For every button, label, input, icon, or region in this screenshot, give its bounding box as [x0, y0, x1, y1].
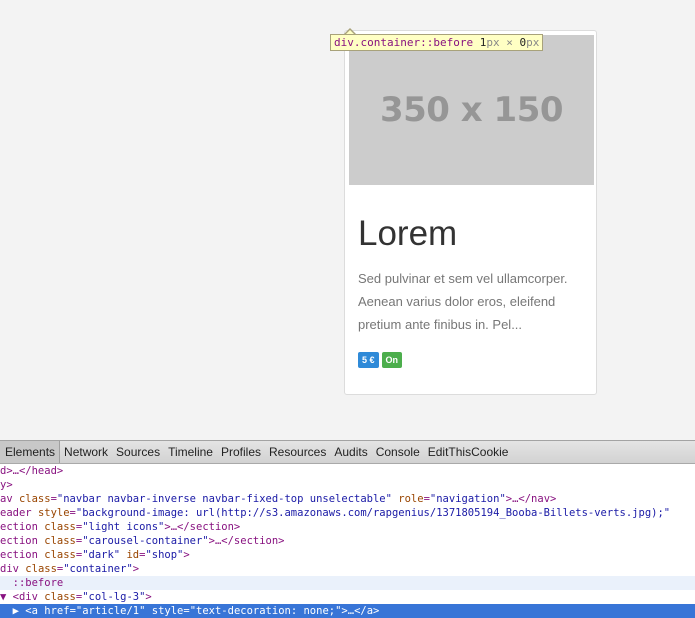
dom-tree-node[interactable]: ection class="dark" id="shop">	[0, 548, 695, 562]
dom-token: class	[44, 521, 76, 533]
status-badge: On	[381, 352, 403, 368]
dom-token: "light icons"	[82, 521, 165, 533]
tab-audits[interactable]: Audits	[330, 441, 371, 463]
element-inspector-tooltip: div.container::before 1px × 0px	[330, 34, 544, 51]
dom-tree: d>…</head> y> av class="navbar navbar-inve…	[0, 464, 695, 618]
dom-tree-node[interactable]: div class="container">	[0, 562, 695, 576]
dom-token: ection	[0, 549, 45, 561]
dom-token: class	[18, 493, 51, 505]
dom-token: "navigation"	[429, 493, 506, 505]
dom-tree-node[interactable]: ::before	[0, 576, 695, 590]
dom-token: ▶ <a	[0, 605, 45, 617]
dom-tree-node[interactable]: y>	[0, 478, 695, 492]
tab-console[interactable]: Console	[372, 441, 424, 463]
dom-token: "carousel-container"	[82, 535, 209, 547]
card-title: Lorem	[358, 214, 458, 253]
badge-row: 5 € On	[358, 352, 403, 368]
dom-tree-node[interactable]: ▶ <a href="article/1" style="text-decora…	[0, 604, 695, 618]
dom-tree-node[interactable]: ection class="light icons">…</section>	[0, 520, 695, 534]
tab-profiles[interactable]: Profiles	[217, 441, 265, 463]
dom-tree-node[interactable]: ▼ <div class="col-lg-3">	[0, 590, 695, 604]
devtools-panel: Elements Network Sources Timeline Profiles Re…	[0, 440, 695, 618]
tooltip-height: 0px	[519, 36, 540, 49]
dom-token: class	[44, 591, 76, 603]
dom-token: role	[398, 493, 424, 505]
tab-timeline[interactable]: Timeline	[164, 441, 217, 463]
dom-token: ▼ <div	[0, 591, 45, 603]
placeholder-image: 350 x 150	[349, 35, 594, 185]
dom-token: "shop"	[145, 549, 184, 561]
dom-token: "article/1"	[75, 605, 146, 617]
dom-token: eader	[0, 507, 38, 519]
dom-token: class	[44, 535, 76, 547]
dom-tree-node[interactable]: d>…</head>	[0, 464, 695, 478]
dom-token: >…</section>	[208, 535, 285, 547]
dom-token: av	[0, 493, 19, 505]
tooltip-selector: div.container::before	[334, 36, 474, 49]
dom-token: style	[37, 507, 70, 519]
tab-sources[interactable]: Sources	[112, 441, 164, 463]
card-description: Sed pulvinar et sem vel ullamcorper. Aen…	[358, 271, 568, 332]
dom-token: class	[44, 549, 76, 561]
dom-token: >…</section>	[164, 521, 241, 533]
dom-token: "navbar navbar-inverse navbar-fixed-top …	[56, 493, 392, 505]
dom-token: ection	[0, 521, 45, 533]
tab-network[interactable]: Network	[60, 441, 112, 463]
dom-token: "container"	[63, 563, 133, 575]
dom-token: div	[0, 563, 26, 575]
tooltip-times: ×	[499, 36, 520, 49]
tab-resources[interactable]: Resources	[265, 441, 330, 463]
tab-elements[interactable]: Elements	[0, 441, 61, 463]
dom-token: >	[132, 563, 140, 575]
devtools-tab-bar: Elements Network Sources Timeline Profiles Re…	[0, 441, 695, 464]
dom-token: class	[25, 563, 57, 575]
dom-token: >	[145, 591, 152, 603]
dom-token: y>	[0, 479, 13, 491]
web-page-viewport: 350 x 150 Lorem Sed pulvinar et sem vel …	[0, 0, 695, 440]
dom-token: href	[44, 605, 70, 617]
tooltip-width: 1px	[479, 36, 500, 49]
dom-token: >…</nav>	[505, 493, 557, 505]
dom-token: ::before	[0, 577, 64, 589]
dom-token: "text-decoration: none;"	[189, 605, 342, 617]
dom-token: ection	[0, 535, 45, 547]
product-card[interactable]: 350 x 150 Lorem Sed pulvinar et sem vel …	[344, 30, 597, 395]
dom-tree-node[interactable]: av class="navbar navbar-inverse navbar-f…	[0, 492, 695, 506]
dom-token: "dark"	[82, 549, 121, 561]
dom-token: >…</a>	[341, 605, 380, 617]
dom-token: >	[183, 549, 190, 561]
dom-token: style	[151, 605, 184, 617]
dom-tree-node[interactable]: eader style="background-image: url(http:…	[0, 506, 695, 520]
price-badge: 5 €	[358, 352, 379, 368]
placeholder-text: 350 x 150	[379, 90, 564, 130]
dom-tree-node[interactable]: ection class="carousel-container">…</sec…	[0, 534, 695, 548]
tab-editthiscookie[interactable]: EditThisCookie	[424, 441, 513, 463]
dom-token: "background-image: url(http://s3.amazona…	[75, 507, 671, 519]
dom-token: d>…</head>	[0, 465, 64, 477]
dom-token: "col-lg-3"	[82, 591, 146, 603]
dom-token: id	[126, 549, 140, 561]
